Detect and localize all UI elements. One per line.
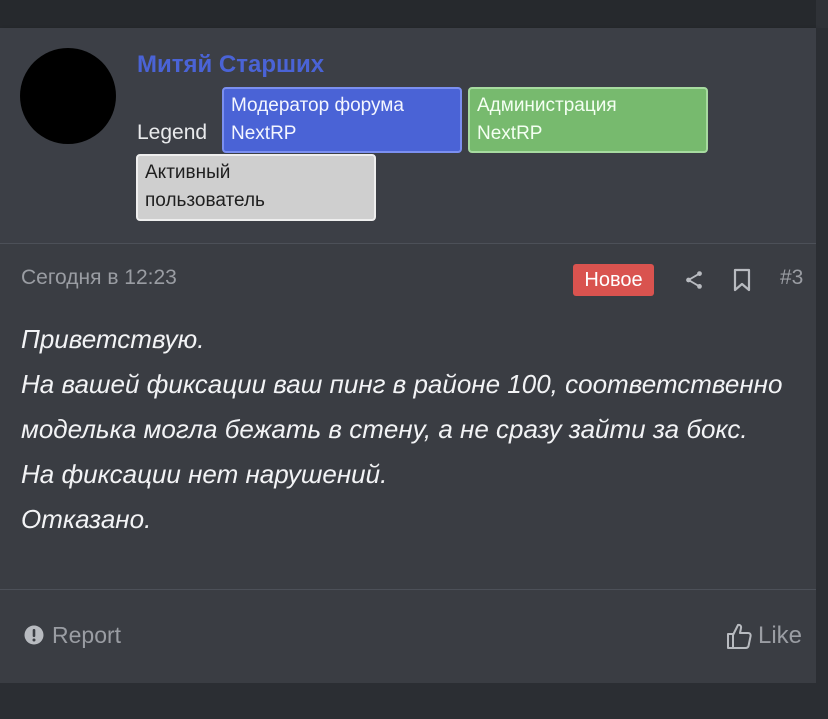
username-link[interactable]: Митяй Старших xyxy=(137,51,324,79)
top-bar xyxy=(0,0,828,28)
administration-badge: Администрация NextRP xyxy=(468,87,708,153)
message-line: На вашей фиксации ваш пинг в районе 100,… xyxy=(21,369,783,444)
moderator-badge: Модератор форума NextRP xyxy=(222,87,462,153)
thumbs-up-icon xyxy=(727,623,752,649)
divider xyxy=(0,589,816,590)
new-badge: Новое xyxy=(573,264,654,296)
top-bar-edge xyxy=(816,0,828,28)
avatar[interactable] xyxy=(20,48,116,144)
divider xyxy=(0,243,816,244)
share-icon[interactable] xyxy=(683,269,705,291)
page-gutter-right xyxy=(816,28,828,719)
active-user-badge: Активный пользователь xyxy=(136,154,376,221)
like-button[interactable]: Like xyxy=(726,620,802,652)
bookmark-icon[interactable] xyxy=(732,268,752,292)
report-label: Report xyxy=(52,621,122,648)
page-gutter-bottom xyxy=(0,683,828,719)
user-title: Legend xyxy=(137,121,208,144)
message-line: На фиксации нет нарушений. xyxy=(21,459,388,489)
post-number-link[interactable]: #3 xyxy=(780,266,803,290)
post-author-block: Митяй Старших Legend Модератор форума Ne… xyxy=(0,28,816,243)
message-line: Отказано. xyxy=(21,504,152,534)
post-message: Приветствую. На вашей фиксации ваш пинг … xyxy=(21,317,801,542)
like-label: Like xyxy=(758,622,803,649)
report-button[interactable]: Report xyxy=(24,620,121,650)
forum-post: Митяй Старших Legend Модератор форума Ne… xyxy=(0,28,816,683)
post-timestamp[interactable]: Сегодня в 12:23 xyxy=(21,266,177,290)
message-line: Приветствую. xyxy=(21,324,205,354)
alert-circle-icon xyxy=(24,625,44,645)
